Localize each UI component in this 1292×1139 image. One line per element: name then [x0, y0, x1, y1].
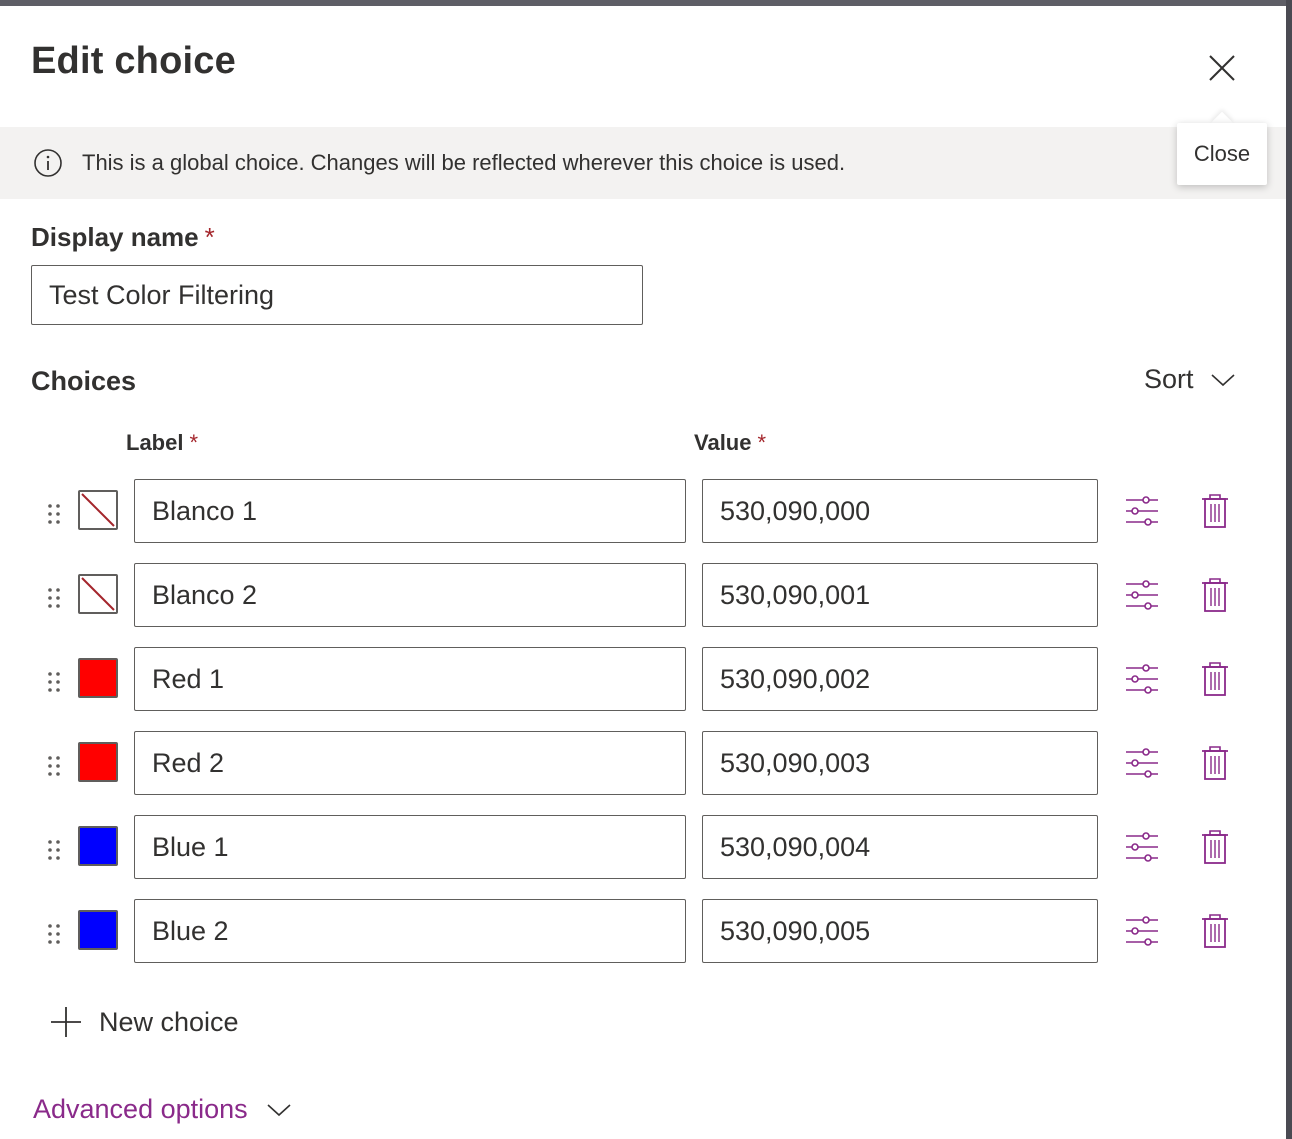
choice-settings-button[interactable]: [1124, 913, 1160, 949]
advanced-options-toggle[interactable]: Advanced options: [33, 1094, 292, 1125]
info-icon: [34, 149, 62, 177]
drag-handle-icon[interactable]: [44, 502, 64, 526]
choice-label-input[interactable]: Blanco 2: [134, 563, 686, 627]
trash-icon: [1202, 578, 1228, 612]
choice-row: Blue 1 530,090,004: [0, 815, 1286, 879]
choice-label-input[interactable]: Red 2: [134, 731, 686, 795]
label-column-header: Label *: [126, 430, 198, 456]
choice-label-input[interactable]: Blue 2: [134, 899, 686, 963]
color-swatch[interactable]: [78, 658, 118, 698]
close-icon: [1209, 55, 1235, 81]
close-button[interactable]: [1202, 48, 1242, 88]
choice-value-input[interactable]: 530,090,004: [702, 815, 1098, 879]
choice-settings-button[interactable]: [1124, 493, 1160, 529]
settings-sliders-icon: [1126, 496, 1158, 526]
choice-row: Red 2 530,090,003: [0, 731, 1286, 795]
sort-button[interactable]: Sort: [1144, 364, 1236, 395]
choice-settings-button[interactable]: [1124, 829, 1160, 865]
choice-row: Red 1 530,090,002: [0, 647, 1286, 711]
global-choice-banner: This is a global choice. Changes will be…: [0, 127, 1286, 199]
panel-title: Edit choice: [31, 40, 236, 82]
delete-choice-button[interactable]: [1200, 745, 1230, 781]
color-swatch[interactable]: [78, 910, 118, 950]
settings-sliders-icon: [1126, 664, 1158, 694]
choice-settings-button[interactable]: [1124, 661, 1160, 697]
required-mark: *: [189, 430, 199, 455]
trash-icon: [1202, 662, 1228, 696]
delete-choice-button[interactable]: [1200, 829, 1230, 865]
choice-label-input[interactable]: Blanco 1: [134, 479, 686, 543]
choices-title: Choices: [31, 366, 137, 396]
trash-icon: [1202, 830, 1228, 864]
trash-icon: [1202, 494, 1228, 528]
choice-value-input[interactable]: 530,090,005: [702, 899, 1098, 963]
choice-value-input[interactable]: 530,090,002: [702, 647, 1098, 711]
drag-handle-icon[interactable]: [44, 586, 64, 610]
new-choice-label: New choice: [99, 1006, 239, 1037]
choice-row: Blanco 2 530,090,001: [0, 563, 1286, 627]
plus-icon: [51, 1007, 81, 1037]
trash-icon: [1202, 746, 1228, 780]
drag-handle-icon[interactable]: [44, 838, 64, 862]
choice-value-input[interactable]: 530,090,000: [702, 479, 1098, 543]
chevron-down-icon: [267, 1103, 291, 1116]
delete-choice-button[interactable]: [1200, 661, 1230, 697]
choice-row: Blanco 1 530,090,000: [0, 479, 1286, 543]
banner-text: This is a global choice. Changes will be…: [82, 150, 846, 175]
close-tooltip: Close: [1177, 123, 1267, 185]
settings-sliders-icon: [1126, 916, 1158, 946]
required-mark: *: [204, 222, 215, 252]
choice-row: Blue 2 530,090,005: [0, 899, 1286, 963]
drag-handle-icon[interactable]: [44, 754, 64, 778]
drag-handle-icon[interactable]: [44, 670, 64, 694]
advanced-options-label: Advanced options: [33, 1094, 248, 1124]
new-choice-button[interactable]: New choice: [49, 1005, 239, 1039]
color-swatch[interactable]: [78, 574, 118, 614]
value-header-text: Value: [694, 430, 752, 455]
window-top-border: [0, 0, 1292, 6]
display-name-input[interactable]: Test Color Filtering: [31, 265, 643, 325]
color-swatch[interactable]: [78, 742, 118, 782]
color-swatch[interactable]: [78, 826, 118, 866]
trash-icon: [1202, 914, 1228, 948]
sort-label: Sort: [1144, 364, 1194, 394]
required-mark: *: [757, 430, 767, 455]
settings-sliders-icon: [1126, 832, 1158, 862]
label-header-text: Label: [126, 430, 184, 455]
color-swatch[interactable]: [78, 490, 118, 530]
settings-sliders-icon: [1126, 748, 1158, 778]
settings-sliders-icon: [1126, 580, 1158, 610]
display-name-label-text: Display name: [31, 222, 199, 252]
choice-settings-button[interactable]: [1124, 745, 1160, 781]
delete-choice-button[interactable]: [1200, 493, 1230, 529]
delete-choice-button[interactable]: [1200, 577, 1230, 613]
choice-value-input[interactable]: 530,090,003: [702, 731, 1098, 795]
choice-label-input[interactable]: Red 1: [134, 647, 686, 711]
chevron-down-icon: [1210, 373, 1235, 386]
delete-choice-button[interactable]: [1200, 913, 1230, 949]
drag-handle-icon[interactable]: [44, 922, 64, 946]
window-right-border: [1286, 0, 1292, 1139]
choice-label-input[interactable]: Blue 1: [134, 815, 686, 879]
choice-settings-button[interactable]: [1124, 577, 1160, 613]
choice-value-input[interactable]: 530,090,001: [702, 563, 1098, 627]
display-name-label: Display name *: [31, 222, 215, 253]
value-column-header: Value *: [694, 430, 766, 456]
